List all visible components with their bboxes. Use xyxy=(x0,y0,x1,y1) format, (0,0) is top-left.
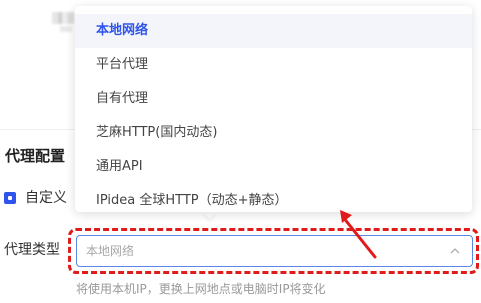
annotation-highlight-box xyxy=(68,228,479,274)
proxy-type-hint: 将使用本机IP，更换上网地点或电脑时IP将变化 xyxy=(76,282,326,296)
blurred-label xyxy=(52,12,74,24)
dropdown-option-own-proxy[interactable]: 自有代理 xyxy=(75,82,472,116)
dropdown-option-zhima-http[interactable]: 芝麻HTTP(国内动态) xyxy=(75,116,472,150)
proxy-type-label: 代理类型 xyxy=(4,242,60,258)
blurred-label-fragment xyxy=(60,26,72,32)
custom-checkbox-label[interactable]: 自定义 xyxy=(25,188,67,208)
annotation-arrow-icon xyxy=(340,210,377,259)
dropdown-option-general-api[interactable]: 通用API xyxy=(75,150,472,184)
dropdown-option-local-network[interactable]: 本地网络 xyxy=(75,14,472,48)
dropdown-option-platform-proxy[interactable]: 平台代理 xyxy=(75,48,472,82)
proxy-type-dropdown: 本地网络 平台代理 自有代理 芝麻HTTP(国内动态) 通用API IPidea… xyxy=(75,6,472,212)
custom-checkbox[interactable] xyxy=(4,192,16,204)
dropdown-option-ipidea-http[interactable]: IPidea 全球HTTP（动态+静态） xyxy=(75,184,472,218)
section-title: 代理配置 xyxy=(5,147,66,165)
